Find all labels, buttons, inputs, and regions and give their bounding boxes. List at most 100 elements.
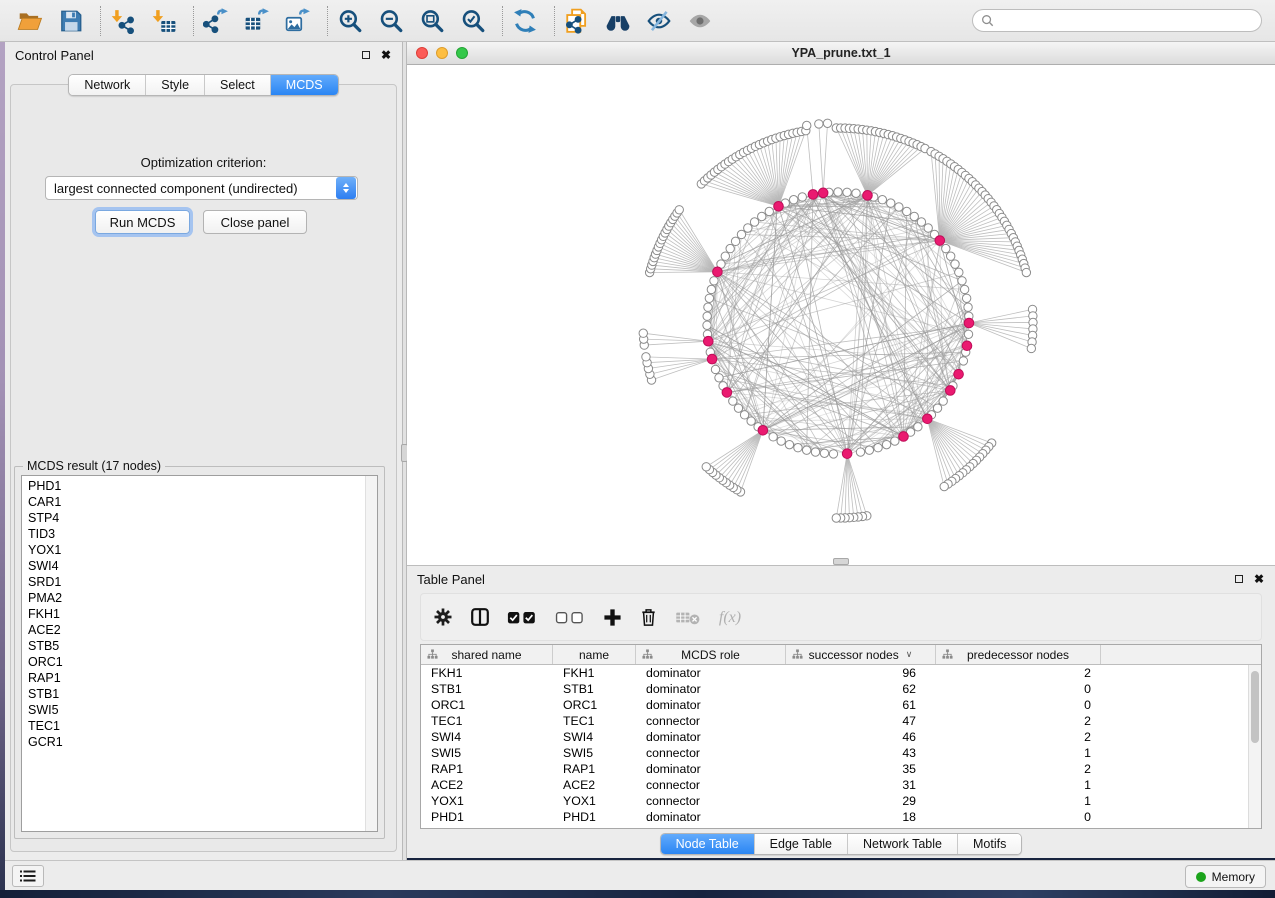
table-row[interactable]: FKH1FKH1dominator962 [421,665,1261,681]
column-header-MCDS-role[interactable]: MCDS role [636,645,786,664]
mcds-node[interactable] [774,201,784,211]
export-network-button[interactable] [202,6,230,36]
mcds-result-item[interactable]: GCR1 [22,734,377,750]
tab-network-table[interactable]: Network Table [847,834,957,854]
table-scrollbar-thumb[interactable] [1251,671,1259,743]
clone-network-button[interactable] [563,6,591,36]
mcds-result-item[interactable]: PHD1 [22,478,377,494]
mcds-node[interactable] [713,267,723,277]
mcds-node[interactable] [945,386,955,396]
tab-style[interactable]: Style [145,75,204,95]
float-panel-button[interactable] [358,47,374,63]
tab-node-table[interactable]: Node Table [661,834,754,854]
mcds-node[interactable] [923,414,933,424]
close-window-icon[interactable] [416,47,428,59]
import-table-button[interactable] [150,6,178,36]
table-row[interactable]: ACE2ACE2connector311 [421,777,1261,793]
table-options-button[interactable] [433,607,453,627]
mcds-node[interactable] [842,449,852,459]
mcds-result-item[interactable]: SRD1 [22,574,377,590]
select-all-checks-button[interactable] [507,610,538,625]
mcds-node[interactable] [703,336,713,346]
zoom-out-button[interactable] [377,6,405,36]
criterion-dropdown[interactable]: largest connected component (undirected) [45,176,358,200]
delete-table-button[interactable] [675,610,700,625]
mcds-node[interactable] [964,318,974,328]
tab-mcds[interactable]: MCDS [270,75,338,95]
mcds-result-item[interactable]: TEC1 [22,718,377,734]
save-session-button[interactable] [57,6,85,36]
zoom-selected-button[interactable] [459,6,487,36]
show-columns-button[interactable] [470,607,490,627]
mcds-node[interactable] [758,426,768,436]
zoom-window-icon[interactable] [456,47,468,59]
tab-edge-table[interactable]: Edge Table [754,834,847,854]
mcds-result-item[interactable]: RAP1 [22,670,377,686]
network-graph[interactable] [407,65,1275,564]
table-row[interactable]: SWI5SWI5connector431 [421,745,1261,761]
table-close-button[interactable]: ✖ [1251,571,1267,587]
mcds-result-item[interactable]: STP4 [22,510,377,526]
delete-row-button[interactable] [639,607,658,627]
run-mcds-button[interactable]: Run MCDS [95,210,190,234]
hide-panel-button[interactable] [645,6,673,36]
export-image-button[interactable] [284,6,312,36]
column-header-successor-nodes[interactable]: successor nodes∨ [786,645,936,664]
mcds-node[interactable] [707,354,717,364]
table-row[interactable]: ORC1ORC1dominator610 [421,697,1261,713]
mcds-result-list[interactable]: PHD1CAR1STP4TID3YOX1SWI4SRD1PMA2FKH1ACE2… [21,475,378,832]
export-table-button[interactable] [243,6,271,36]
network-titlebar[interactable]: YPA_prune.txt_1 [407,42,1275,65]
mcds-result-item[interactable]: SWI5 [22,702,377,718]
mcds-node[interactable] [962,341,972,351]
mcds-node[interactable] [722,388,732,398]
node-table[interactable]: shared namenameMCDS rolesuccessor nodes∨… [420,644,1262,829]
network-canvas[interactable] [407,65,1275,564]
close-panel-button[interactable]: ✖ [378,47,394,63]
mcds-node[interactable] [935,236,945,246]
table-row[interactable]: SWI4SWI4dominator462 [421,729,1261,745]
zoom-in-button[interactable] [336,6,364,36]
close-panel-action-button[interactable]: Close panel [203,210,307,234]
table-row[interactable]: PHD1PHD1dominator180 [421,809,1261,825]
task-history-button[interactable] [12,865,44,887]
mcds-result-item[interactable]: TID3 [22,526,377,542]
tab-motifs[interactable]: Motifs [957,834,1021,854]
mcds-result-item[interactable]: CAR1 [22,494,377,510]
column-header-predecessor-nodes[interactable]: predecessor nodes [936,645,1101,664]
mcds-result-item[interactable]: ACE2 [22,622,377,638]
table-row[interactable]: YOX1YOX1connector291 [421,793,1261,809]
column-header-name[interactable]: name [553,645,636,664]
minimize-window-icon[interactable] [436,47,448,59]
mcds-result-item[interactable]: STB1 [22,686,377,702]
horizontal-splitter-handle[interactable] [833,558,849,565]
table-row[interactable]: TEC1TEC1connector472 [421,713,1261,729]
mcds-result-item[interactable]: YOX1 [22,542,377,558]
mcds-result-item[interactable]: STB5 [22,638,377,654]
mcds-list-scrollbar[interactable] [365,476,377,831]
add-row-button[interactable] [603,608,622,627]
search-field[interactable] [972,9,1262,32]
mcds-node[interactable] [818,188,828,198]
mcds-result-item[interactable]: SWI4 [22,558,377,574]
column-header-shared-name[interactable]: shared name [421,645,553,664]
tab-select[interactable]: Select [204,75,270,95]
clear-checks-button[interactable] [555,610,586,625]
refresh-layout-button[interactable] [511,6,539,36]
table-row[interactable]: RAP1RAP1dominator352 [421,761,1261,777]
table-scrollbar[interactable] [1248,665,1261,828]
mcds-result-item[interactable]: FKH1 [22,606,377,622]
search-input[interactable] [999,14,1253,28]
mcds-result-item[interactable]: ORC1 [22,654,377,670]
mcds-node[interactable] [954,369,964,379]
table-row[interactable]: STB1STB1dominator620 [421,681,1261,697]
mcds-node[interactable] [899,432,909,442]
zoom-fit-button[interactable] [418,6,446,36]
import-network-button[interactable] [109,6,137,36]
tab-network[interactable]: Network [69,75,145,95]
mcds-result-item[interactable]: PMA2 [22,590,377,606]
find-button[interactable] [604,6,632,36]
mcds-node[interactable] [808,190,818,200]
mcds-node[interactable] [863,191,873,201]
memory-button[interactable]: Memory [1185,865,1266,888]
